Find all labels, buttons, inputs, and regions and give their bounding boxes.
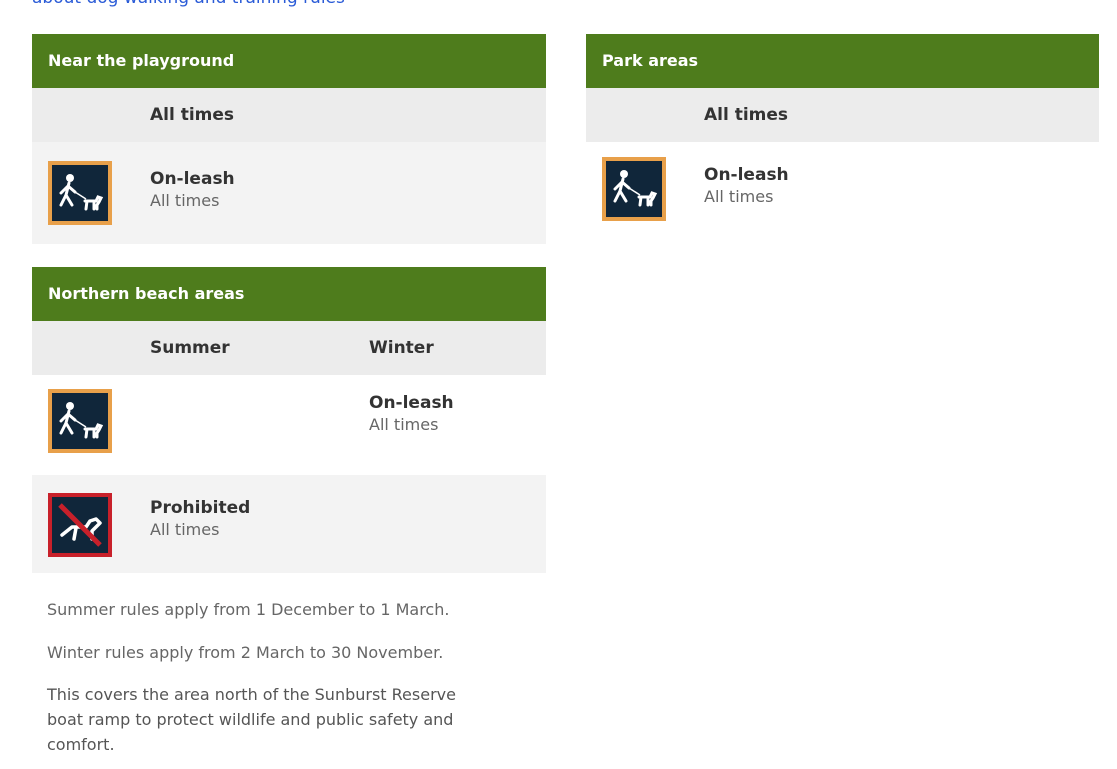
rule-subtitle: All times bbox=[704, 187, 774, 206]
card-near-playground: Near the playground All times On-leash A… bbox=[32, 34, 546, 244]
area-coverage-note: This covers the area north of the Sunbur… bbox=[47, 682, 456, 757]
winter-rules-note: Winter rules apply from 2 March to 30 No… bbox=[47, 643, 444, 662]
rule-title: On-leash bbox=[369, 393, 454, 413]
column-header-all-times: All times bbox=[150, 105, 235, 125]
rule-subtitle: All times bbox=[150, 520, 220, 539]
area-coverage-line: This covers the area north of the Sunbur… bbox=[47, 685, 456, 704]
card-header: Northern beach areas bbox=[32, 267, 546, 321]
column-header-summer: Summer bbox=[150, 338, 230, 358]
rule-row-on-leash: On-leash All times bbox=[586, 142, 1099, 244]
rule-text-winter: On-leash All times bbox=[369, 392, 454, 436]
rule-text: On-leash All times bbox=[150, 168, 235, 212]
on-leash-icon bbox=[48, 389, 112, 453]
area-coverage-line: boat ramp to protect wildlife and public… bbox=[47, 710, 454, 729]
on-leash-icon bbox=[48, 161, 112, 225]
top-link-bar: about dog walking and training rules bbox=[0, 0, 1117, 12]
dogs-prohibited-icon bbox=[48, 493, 112, 557]
card-header: Park areas bbox=[586, 34, 1099, 88]
rule-subtitle: All times bbox=[150, 191, 220, 210]
summer-rules-note: Summer rules apply from 1 December to 1 … bbox=[47, 600, 450, 619]
on-leash-icon bbox=[602, 157, 666, 221]
rule-row-on-leash: On-leash All times bbox=[32, 142, 546, 244]
dog-rules-link[interactable]: about dog walking and training rules bbox=[32, 0, 345, 8]
rule-title: On-leash bbox=[150, 169, 235, 189]
column-header-all-times: All times bbox=[704, 105, 789, 125]
area-coverage-line: comfort. bbox=[47, 735, 115, 754]
rule-title: On-leash bbox=[704, 165, 789, 185]
rule-subtitle: All times bbox=[369, 415, 439, 434]
rule-title: Prohibited bbox=[150, 498, 251, 518]
card-northern-beach: Northern beach areas Summer Winter On-le… bbox=[32, 267, 546, 573]
card-header: Near the playground bbox=[32, 34, 546, 88]
rule-row-prohibited: Prohibited All times bbox=[32, 475, 546, 573]
column-header-row: Summer Winter bbox=[32, 321, 546, 375]
column-header-row: All times bbox=[586, 88, 1099, 142]
rule-text-summer: Prohibited All times bbox=[150, 497, 250, 541]
rule-row-on-leash: On-leash All times bbox=[32, 375, 546, 475]
column-header-row: All times bbox=[32, 88, 546, 142]
rule-text: On-leash All times bbox=[704, 164, 789, 208]
card-park-areas: Park areas All times On-leash All times bbox=[586, 34, 1099, 244]
column-header-winter: Winter bbox=[369, 338, 434, 358]
